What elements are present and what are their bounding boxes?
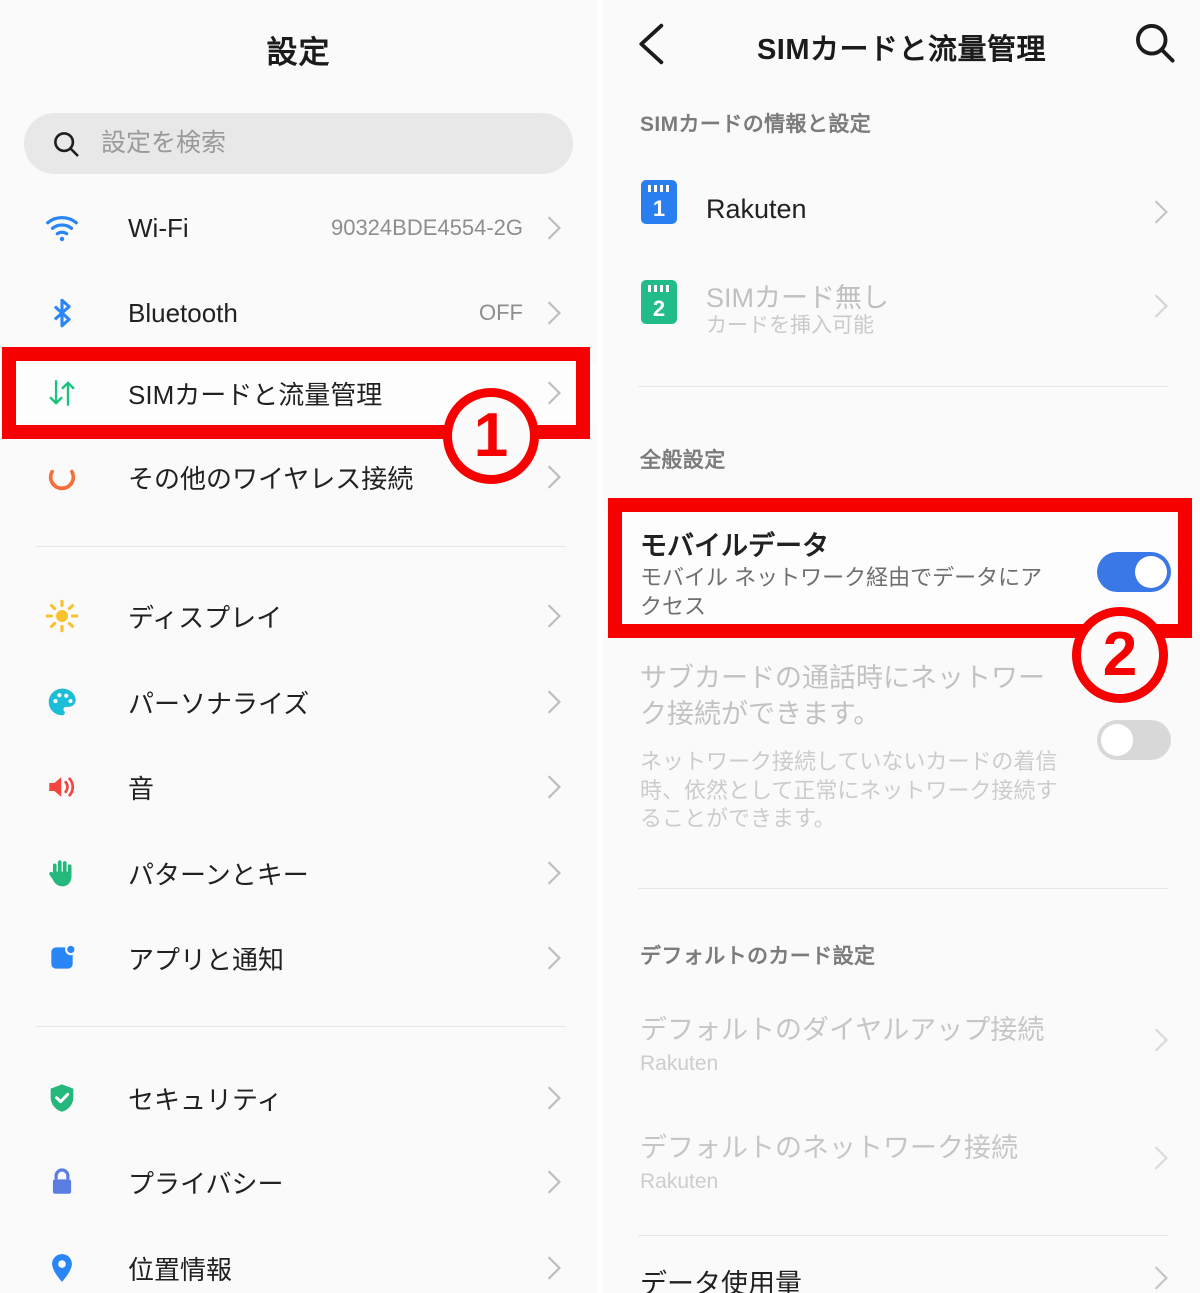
search-input[interactable]	[24, 113, 573, 174]
chevron-right-icon	[1154, 1028, 1168, 1052]
hand-icon	[42, 853, 82, 893]
apps-icon	[42, 938, 82, 978]
page-title: 設定	[266, 35, 331, 70]
screenshot-root: 設定 Wi-Fi 90324BDE4554-2G	[0, 0, 1200, 1293]
app-bar: SIMカードと流量管理	[603, 0, 1200, 92]
sim-card-subtitle: カードを挿入可能	[706, 314, 874, 337]
sidebar-item-wifi[interactable]: Wi-Fi 90324BDE4554-2G	[0, 198, 597, 258]
sidebar-item-label: アプリと通知	[128, 944, 285, 975]
sidebar-item-label: セキュリティ	[128, 1084, 283, 1115]
sidebar-item-label: 位置情報	[128, 1254, 233, 1285]
brightness-icon	[42, 596, 82, 636]
chevron-right-icon	[547, 690, 561, 714]
chevron-right-icon	[547, 946, 561, 970]
sidebar-item-personalize[interactable]: パーソナライズ	[0, 672, 597, 732]
sidebar-item-label: Bluetooth	[128, 297, 238, 328]
chevron-right-icon	[547, 604, 561, 628]
divider	[638, 888, 1168, 889]
shield-icon	[42, 1078, 82, 1118]
sim-card-title: SIMカード無し	[706, 283, 890, 313]
settings-panel: 設定 Wi-Fi 90324BDE4554-2G	[0, 0, 597, 1293]
sidebar-item-sound[interactable]: 音	[0, 757, 597, 817]
sim-card-icon: 2	[641, 280, 679, 326]
default-dialup-title: デフォルトのダイヤルアップ接続	[640, 1015, 1045, 1045]
sidebar-item-apps-notifications[interactable]: アプリと通知	[0, 928, 597, 988]
sim-card-1-row[interactable]: 1 Rakuten	[603, 180, 1200, 240]
bluetooth-icon	[42, 293, 82, 333]
section-header-default-card: デフォルトのカード設定	[640, 945, 876, 968]
chevron-right-icon	[547, 465, 561, 489]
default-network-title: デフォルトのネットワーク接続	[640, 1133, 1018, 1163]
sidebar-item-label: Wi-Fi	[128, 212, 189, 243]
toggle-knob	[1101, 724, 1133, 756]
sim-card-icon: 1	[641, 180, 679, 226]
sub-card-toggle[interactable]	[1097, 720, 1171, 760]
data-usage-row[interactable]: データ使用量	[603, 1262, 1200, 1293]
sub-card-subtitle: ネットワーク接続していないカードの着信時、依然として正常にネットワーク接続するこ…	[640, 749, 1058, 832]
default-network-row[interactable]: デフォルトのネットワーク接続 Rakuten	[603, 1126, 1200, 1202]
divider	[638, 1235, 1168, 1236]
speaker-icon	[42, 767, 82, 807]
chevron-right-icon	[547, 1256, 561, 1280]
chevron-right-icon	[547, 216, 561, 240]
sidebar-item-label: パーソナライズ	[128, 688, 310, 719]
chevron-right-icon	[547, 1086, 561, 1110]
palette-icon	[42, 682, 82, 722]
default-dialup-row[interactable]: デフォルトのダイヤルアップ接続 Rakuten	[603, 1008, 1200, 1084]
sub-card-title: サブカードの通話時にネットワーク接続ができます。	[640, 663, 1045, 730]
chevron-right-icon	[1154, 294, 1168, 318]
search-field[interactable]	[101, 129, 501, 158]
wireless-icon	[42, 457, 82, 497]
sim-card-2-row[interactable]: 2 SIMカード無し カードを挿入可能	[603, 272, 1200, 344]
chevron-right-icon	[547, 301, 561, 325]
divider	[36, 546, 566, 547]
chevron-right-icon	[1154, 1266, 1168, 1290]
sidebar-item-value: 90324BDE4554-2G	[330, 215, 523, 240]
sim-card-title: Rakuten	[706, 194, 807, 224]
sidebar-item-security[interactable]: セキュリティ	[0, 1068, 597, 1128]
sidebar-item-value: OFF	[479, 300, 523, 325]
page-title: SIMカードと流量管理	[756, 34, 1047, 66]
sidebar-item-pattern-keys[interactable]: パターンとキー	[0, 843, 597, 903]
wifi-icon	[42, 208, 82, 248]
lock-icon	[42, 1162, 82, 1202]
section-header-sim: SIMカードの情報と設定	[640, 113, 872, 136]
chevron-right-icon	[547, 1170, 561, 1194]
sidebar-item-bluetooth[interactable]: Bluetooth OFF	[0, 283, 597, 343]
sidebar-item-label: ディスプレイ	[128, 602, 283, 633]
chevron-right-icon	[547, 861, 561, 885]
sidebar-item-label: その他のワイヤレス接続	[128, 463, 414, 494]
annotation-marker-2: 2	[1072, 607, 1168, 703]
sim-badge-1: 1	[641, 180, 677, 224]
search-icon[interactable]	[1132, 20, 1178, 66]
annotation-marker-1: 1	[443, 388, 539, 484]
sidebar-item-display[interactable]: ディスプレイ	[0, 586, 597, 646]
chevron-right-icon	[1154, 1146, 1168, 1170]
sidebar-item-label: 音	[128, 773, 155, 804]
default-network-subtitle: Rakuten	[640, 1170, 719, 1193]
location-pin-icon	[42, 1248, 82, 1288]
data-usage-title: データ使用量	[640, 1269, 802, 1293]
sidebar-item-privacy[interactable]: プライバシー	[0, 1152, 597, 1212]
sidebar-item-location[interactable]: 位置情報	[0, 1238, 597, 1293]
sidebar-item-label: パターンとキー	[128, 859, 309, 890]
divider	[638, 386, 1168, 387]
chevron-right-icon	[1154, 200, 1168, 224]
sidebar-item-label: プライバシー	[128, 1168, 284, 1199]
divider	[36, 1026, 566, 1027]
sim-badge-2: 2	[641, 280, 677, 324]
section-header-general: 全般設定	[640, 449, 726, 472]
chevron-right-icon	[547, 775, 561, 799]
search-icon	[51, 129, 81, 159]
default-dialup-subtitle: Rakuten	[640, 1052, 719, 1075]
